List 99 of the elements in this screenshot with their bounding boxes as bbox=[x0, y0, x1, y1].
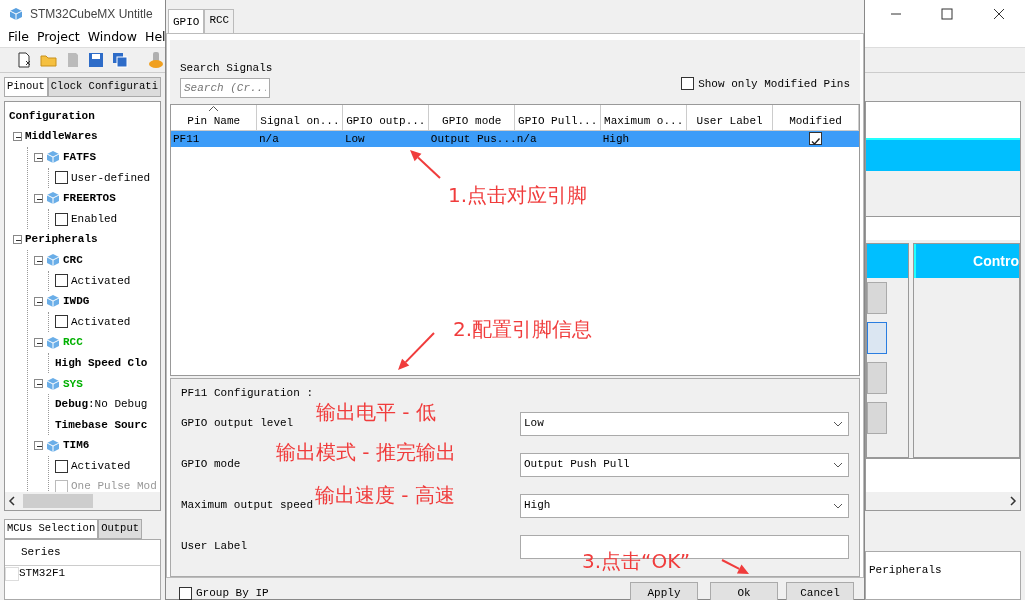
checkbox-label: User-defined bbox=[71, 170, 151, 186]
maximize-icon[interactable] bbox=[941, 8, 954, 20]
tab[interactable]: Output bbox=[98, 518, 143, 539]
search-field[interactable]: Search (Cr... bbox=[180, 78, 270, 98]
expander-icon[interactable] bbox=[34, 296, 43, 306]
field-label: User Label bbox=[181, 539, 247, 555]
save-icon[interactable] bbox=[88, 52, 104, 68]
tab[interactable]: Clock Configurati bbox=[47, 77, 161, 97]
expander-icon[interactable] bbox=[34, 338, 43, 348]
expander-icon[interactable] bbox=[13, 235, 22, 245]
column-header[interactable]: Signal on... bbox=[256, 105, 343, 130]
tree-item[interactable]: CRC bbox=[63, 251, 83, 269]
menu-item[interactable]: Window bbox=[87, 28, 137, 47]
expander-icon[interactable] bbox=[34, 255, 43, 265]
table-row[interactable]: PF11 n/a Low Output Pus...n/a High bbox=[171, 130, 859, 147]
field-label: Maximum output speed bbox=[181, 498, 314, 514]
table-cell-text: STM32F1 bbox=[19, 566, 66, 582]
menu-item[interactable]: Project bbox=[36, 28, 80, 47]
tree-item[interactable]: FATFS bbox=[63, 149, 96, 166]
checkbox-label: Show only Modified Pins bbox=[698, 76, 850, 92]
tab[interactable]: MCUs Selection bbox=[4, 518, 99, 539]
menu-item[interactable]: Hel bbox=[145, 28, 166, 47]
column-header[interactable]: Pin Name bbox=[171, 105, 257, 130]
caret-icon bbox=[833, 502, 843, 509]
dropdown[interactable]: Output Push Pull bbox=[520, 452, 849, 477]
tree-item[interactable]: Configuration bbox=[9, 107, 95, 125]
tree-item[interactable]: MiddleWares bbox=[25, 128, 98, 145]
tab[interactable]: Pinout bbox=[4, 77, 48, 97]
cube-icon bbox=[46, 294, 60, 309]
setting-label: High Speed Clo bbox=[55, 355, 148, 371]
checkbox[interactable] bbox=[55, 171, 68, 185]
field-label: GPIO mode bbox=[181, 457, 241, 473]
dropdown[interactable]: High bbox=[520, 493, 849, 518]
checkbox-label: Activated bbox=[71, 458, 131, 474]
column-header[interactable]: GPIO mode bbox=[428, 105, 515, 130]
tab[interactable]: RCC bbox=[204, 9, 235, 33]
setting-label: Debug:No Debug bbox=[55, 397, 148, 413]
tree-item[interactable]: TIM6 bbox=[63, 437, 90, 454]
dialog-button[interactable]: Ok bbox=[710, 582, 778, 600]
annotation-text: 2.配置引脚信息 bbox=[453, 318, 593, 340]
tree-item[interactable]: FREERTOS bbox=[63, 190, 116, 207]
caret-icon bbox=[833, 461, 843, 468]
sort-icon[interactable] bbox=[209, 106, 218, 111]
cube-icon bbox=[46, 335, 60, 350]
setting-label: Timebase Sourc bbox=[55, 417, 148, 433]
checkbox-label: One Pulse Mod bbox=[71, 479, 157, 495]
checkbox-label: Group By IP bbox=[196, 585, 269, 600]
save-all-icon[interactable] bbox=[112, 52, 128, 68]
annotation-text: 输出模式 - 推完输出 bbox=[276, 441, 456, 463]
column-header: Series bbox=[21, 545, 61, 560]
group-title: PF11 Configuration : bbox=[181, 386, 315, 401]
panel-header: Contro bbox=[914, 244, 1019, 278]
expander-icon[interactable] bbox=[34, 441, 43, 451]
scrollbar-thumb[interactable] bbox=[23, 493, 93, 508]
new-file-icon[interactable] bbox=[16, 52, 32, 68]
pin-button[interactable] bbox=[867, 322, 887, 354]
checkbox[interactable] bbox=[179, 586, 192, 600]
cube-icon bbox=[46, 191, 60, 206]
checkbox[interactable] bbox=[681, 77, 695, 91]
cube-icon bbox=[46, 150, 60, 165]
column-header[interactable]: GPIO Pull... bbox=[514, 105, 601, 130]
checkbox-label: Enabled bbox=[71, 211, 118, 227]
expander-icon[interactable] bbox=[34, 152, 43, 162]
cube-icon bbox=[46, 376, 60, 391]
column-header[interactable]: Maximum o... bbox=[600, 105, 687, 130]
column-header: Peripherals bbox=[869, 564, 942, 576]
checkbox[interactable] bbox=[55, 459, 68, 473]
cube-icon bbox=[46, 438, 60, 453]
dialog-button[interactable]: Apply bbox=[630, 582, 698, 600]
column-header[interactable]: Modified bbox=[772, 105, 859, 130]
caret-icon bbox=[833, 420, 843, 427]
annotation-text: 输出电平 - 低 bbox=[316, 401, 436, 423]
menu-item[interactable]: File bbox=[8, 28, 29, 47]
expander-icon[interactable] bbox=[13, 132, 22, 142]
column-header[interactable]: GPIO outp... bbox=[342, 105, 429, 130]
app-icon bbox=[9, 7, 23, 21]
tree-item[interactable]: Peripherals bbox=[25, 231, 98, 248]
annotation-text: 1.点击对应引脚 bbox=[448, 184, 588, 206]
checkbox[interactable] bbox=[55, 274, 68, 288]
dialog-button[interactable]: Cancel bbox=[786, 582, 854, 600]
checkbox-label: Activated bbox=[71, 273, 131, 289]
field-label: GPIO output level bbox=[181, 416, 294, 432]
window-title: STM32CubeMX Untitle bbox=[30, 6, 153, 23]
expander-icon[interactable] bbox=[34, 193, 43, 203]
panel-header bbox=[867, 244, 909, 278]
expander-icon[interactable] bbox=[34, 379, 43, 389]
search-label: Search Signals bbox=[180, 60, 273, 76]
dropdown[interactable]: Low bbox=[520, 411, 849, 436]
checkbox[interactable] bbox=[55, 212, 68, 226]
close-icon[interactable] bbox=[993, 8, 1006, 20]
checkbox-label: Activated bbox=[71, 314, 131, 330]
tab[interactable]: GPIO bbox=[168, 9, 205, 33]
tree-item[interactable]: IWDG bbox=[63, 293, 90, 310]
cube-icon bbox=[46, 253, 60, 268]
annotation-text: 3.点击“OK” bbox=[582, 550, 691, 572]
checkbox[interactable] bbox=[55, 315, 68, 329]
column-header[interactable]: User Label bbox=[686, 105, 773, 130]
checkbox[interactable] bbox=[809, 132, 823, 146]
annotation-text: 输出速度 - 高速 bbox=[315, 484, 455, 506]
